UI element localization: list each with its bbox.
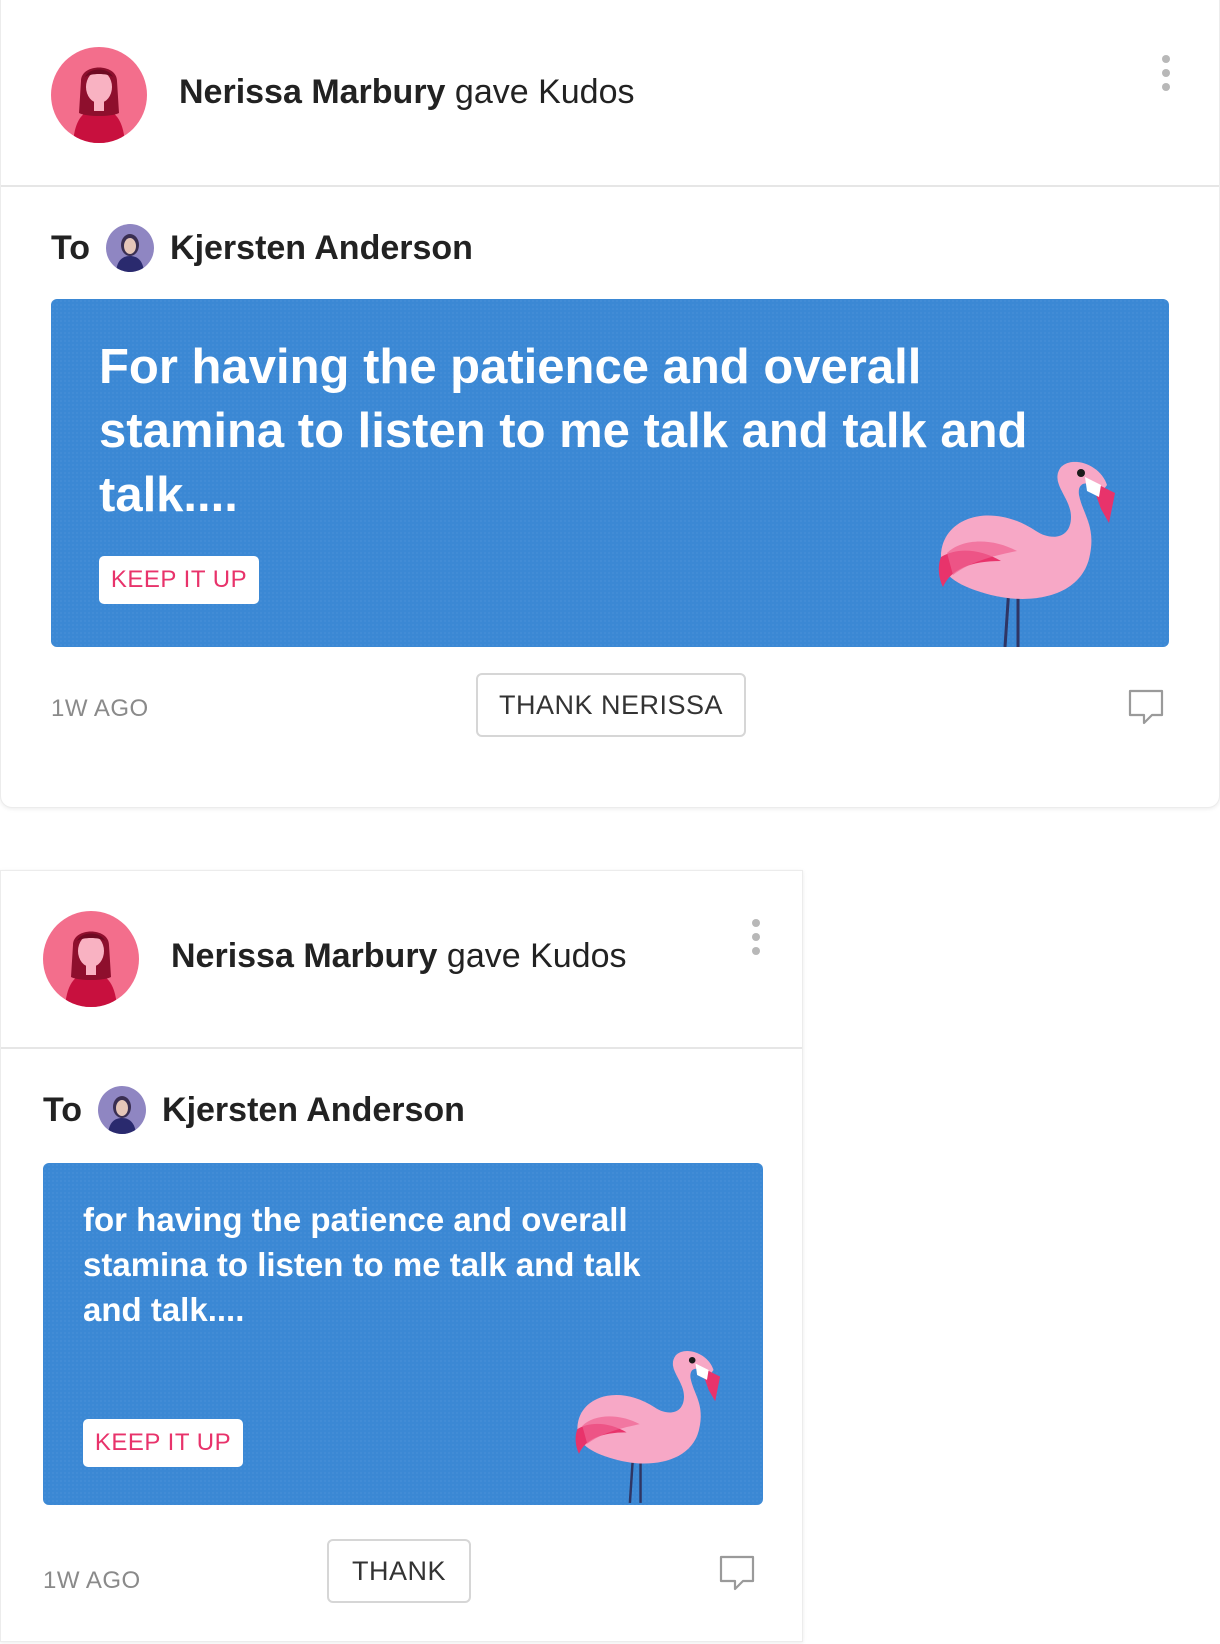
recipient-avatar[interactable]	[98, 1086, 147, 1134]
kudos-badge: KEEP IT UP	[99, 556, 259, 604]
thank-sender-button[interactable]: THANK	[327, 1539, 471, 1603]
recipient-name[interactable]: Kjersten Anderson	[170, 229, 473, 268]
menu-dot	[1162, 83, 1170, 91]
recipient-row: To Kjersten Anderson	[51, 223, 473, 273]
post-title: Nerissa Marbury gave Kudos	[179, 73, 635, 112]
to-label: To	[51, 228, 91, 267]
comment-icon[interactable]	[1126, 687, 1166, 727]
more-options-button[interactable]	[741, 915, 771, 959]
kudos-card: Nerissa Marbury gave Kudos To Kjersten A…	[0, 870, 803, 1642]
kudos-banner: For having the patience and overall stam…	[51, 299, 1169, 647]
sender-name[interactable]: Nerissa Marbury	[171, 937, 437, 975]
kudos-message: for having the patience and overall stam…	[83, 1201, 641, 1328]
comment-icon[interactable]	[717, 1553, 757, 1593]
time-ago: 1W AGO	[43, 1567, 141, 1594]
more-options-button[interactable]	[1151, 51, 1181, 95]
menu-dot	[1162, 69, 1170, 77]
recipient-row: To Kjersten Anderson	[43, 1085, 465, 1135]
post-title: Nerissa Marbury gave Kudos	[171, 937, 627, 976]
recipient-avatar[interactable]	[106, 224, 155, 272]
sender-avatar[interactable]	[51, 47, 147, 143]
card-header: Nerissa Marbury gave Kudos	[1, 0, 1219, 187]
flamingo-illustration	[575, 1351, 721, 1503]
kudos-card: Nerissa Marbury gave Kudos To Kjersten A…	[0, 0, 1220, 808]
action-text: gave Kudos	[446, 937, 627, 975]
sender-avatar[interactable]	[43, 911, 139, 1007]
time-ago: 1W AGO	[51, 695, 149, 722]
to-label: To	[43, 1090, 83, 1129]
menu-dot	[752, 947, 760, 955]
kudos-banner: for having the patience and overall stam…	[43, 1163, 763, 1505]
action-text: gave Kudos	[454, 73, 635, 111]
more-vertical-icon	[1162, 55, 1170, 63]
menu-dot	[752, 933, 760, 941]
flamingo-illustration	[938, 461, 1115, 647]
card-header: Nerissa Marbury gave Kudos	[1, 871, 802, 1049]
recipient-name[interactable]: Kjersten Anderson	[162, 1091, 465, 1130]
more-vertical-icon	[752, 919, 760, 927]
thank-sender-button[interactable]: THANK NERISSA	[476, 673, 746, 737]
sender-name[interactable]: Nerissa Marbury	[179, 73, 445, 111]
kudos-badge: KEEP IT UP	[83, 1419, 243, 1467]
